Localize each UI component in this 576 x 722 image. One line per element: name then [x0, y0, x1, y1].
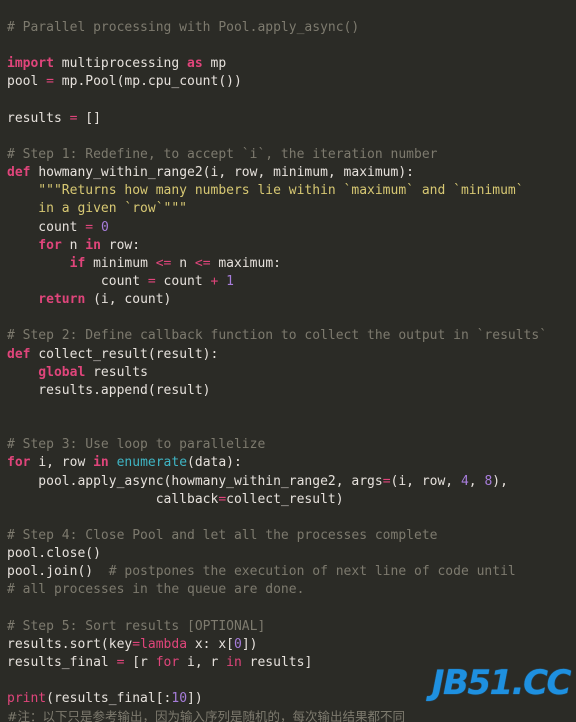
code-line: return (i, count) — [7, 292, 172, 308]
code-line: count = 0 — [7, 219, 109, 235]
python-code-block[interactable]: # Parallel processing with Pool.apply_as… — [0, 13, 576, 722]
code-line: """Returns how many numbers lie within `… — [7, 183, 524, 199]
code-line: pool.apply_async(howmany_within_range2, … — [7, 473, 508, 489]
code-line: results = [] — [7, 110, 101, 126]
code-line: #注：以下只是参考输出，因为输入序列是随机的，每次输出结果都不同 — [7, 709, 405, 722]
code-line: # Step 5: Sort results [OPTIONAL] — [7, 618, 266, 634]
code-line: results_final = [r for i, r in results] — [7, 654, 313, 670]
code-line: def howmany_within_range2(i, row, minimu… — [7, 165, 414, 181]
code-line: callback=collect_result) — [7, 491, 344, 507]
code-line: # Parallel processing with Pool.apply_as… — [7, 20, 360, 35]
code-line: pool.join() # postpones the execution of… — [7, 564, 516, 580]
code-line: # all processes in the queue are done. — [7, 582, 305, 598]
code-line: for n in row: — [7, 237, 141, 253]
code-line: if minimum <= n <= maximum: — [7, 255, 281, 271]
code-screenshot: # Parallel processing with Pool.apply_as… — [0, 0, 576, 722]
code-line: print(results_final[:10]) — [7, 691, 203, 707]
code-line: global results — [7, 364, 148, 380]
code-line: # Step 3: Use loop to parallelize — [7, 437, 266, 453]
code-line: results.sort(key=lambda x: x[0]) — [7, 636, 258, 652]
code-line: # Step 1: Redefine, to accept `i`, the i… — [7, 146, 438, 162]
code-line: # Step 4: Close Pool and let all the pro… — [7, 527, 438, 543]
code-line: # Step 2: Define callback function to co… — [7, 328, 548, 344]
code-line: pool = mp.Pool(mp.cpu_count()) — [7, 74, 242, 90]
code-line: in a given `row`""" — [7, 201, 188, 217]
code-line: for i, row in enumerate(data): — [7, 455, 242, 471]
code-line: def collect_result(result): — [7, 346, 219, 362]
code-line: import multiprocessing as mp — [7, 56, 227, 72]
code-line: pool.close() — [7, 546, 101, 562]
code-line: count = count + 1 — [7, 273, 234, 289]
code-line: results.append(result) — [7, 382, 211, 398]
